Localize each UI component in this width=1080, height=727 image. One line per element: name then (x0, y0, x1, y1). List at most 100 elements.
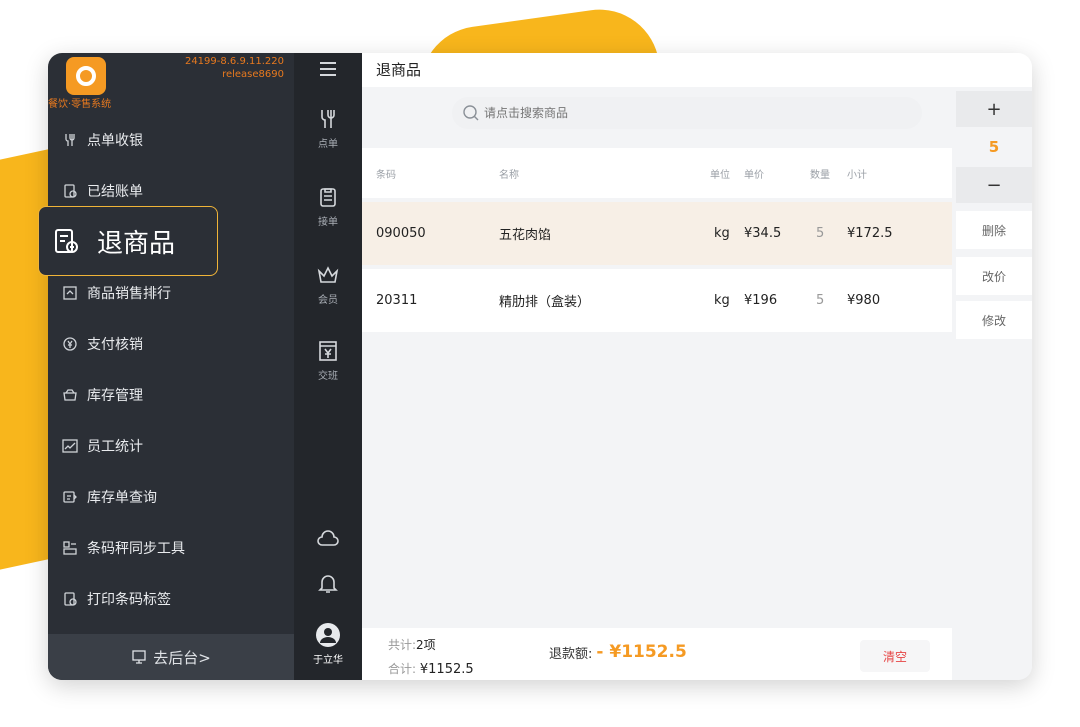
box-icon (62, 387, 78, 403)
column-header-price: 单价 (744, 169, 764, 181)
search-box[interactable] (452, 97, 922, 129)
modify-button[interactable]: 修改 (956, 301, 1032, 339)
sidebar-item-label: 支付核销 (87, 337, 143, 353)
iconbar-item-accept-order[interactable]: 接单 (294, 185, 362, 228)
row-quantity: 5 (816, 226, 825, 241)
total-value: ¥1152.5 (419, 662, 474, 677)
crown-icon (317, 266, 339, 283)
iconbar-label: 交班 (318, 371, 338, 382)
refund-value: - ¥1152.5 (596, 642, 687, 662)
row-price: ¥196 (744, 293, 778, 308)
app-window: 24199-8.6.9.11.220 release8690 餐饮·零售系统 点… (48, 53, 1032, 680)
decrease-quantity-button[interactable]: − (956, 167, 1032, 203)
iconbar-label: 会员 (318, 295, 338, 306)
scale-icon (62, 540, 78, 556)
sidebar-item-label: 已结账单 (87, 184, 143, 200)
back-office-label: 去后台> (153, 648, 211, 667)
monitor-icon (132, 650, 146, 664)
sidebar-item-label: 库存单查询 (87, 490, 157, 506)
item-count-value: 2项 (416, 638, 436, 652)
sidebar-item-settled-bills[interactable]: 已结账单 (62, 176, 143, 206)
summary-footer: 共计:2项 合计: ¥1152.5 退款额: - ¥1152.5 清空 (362, 628, 952, 680)
table-header: 条码 名称 单位 单价 数量 小计 (362, 148, 952, 198)
sidebar-item-payment-writeoff[interactable]: 支付核销 (62, 329, 143, 359)
sidebar-item-staff-stats[interactable]: 员工统计 (62, 431, 143, 461)
refund-label: 退款额: (549, 646, 593, 662)
icon-bar: 点单 接单 会员 交班 于立华 (294, 53, 362, 680)
row-name: 精肋排（盒装） (499, 295, 591, 310)
table-row[interactable]: 090050 五花肉馅 kg ¥34.5 5 ¥172.5 (362, 202, 952, 265)
cloud-button[interactable] (294, 527, 362, 555)
back-office-button[interactable]: 去后台> (48, 634, 294, 680)
delete-button[interactable]: 删除 (956, 211, 1032, 249)
notification-button[interactable] (294, 571, 362, 599)
sidebar-item-print-barcode[interactable]: 打印条码标签 (62, 584, 171, 614)
sidebar-item-label: 商品销售排行 (87, 286, 171, 302)
row-unit: kg (714, 293, 730, 308)
row-subtotal: ¥980 (847, 293, 881, 308)
avatar-icon (316, 623, 340, 647)
cutlery-icon (62, 132, 78, 148)
version-info: 24199-8.6.9.11.220 release8690 (185, 55, 284, 81)
cloud-icon (317, 530, 339, 546)
search-input[interactable] (482, 105, 866, 121)
sidebar: 24199-8.6.9.11.220 release8690 餐饮·零售系统 点… (48, 53, 294, 680)
row-quantity: 5 (816, 293, 825, 308)
cash-register-icon (319, 341, 337, 361)
row-code: 20311 (376, 293, 418, 308)
sidebar-item-return-goods[interactable]: 退商品 (38, 206, 218, 276)
row-code: 090050 (376, 226, 426, 241)
refund-amount: 退款额: - ¥1152.5 (549, 642, 687, 662)
sidebar-item-barcode-scale-sync[interactable]: 条码秤同步工具 (62, 533, 185, 563)
sidebar-item-product-ranking[interactable]: 商品销售排行 (62, 278, 171, 308)
version-line-2: release8690 (222, 69, 284, 80)
user-profile[interactable]: 于立华 (294, 623, 362, 666)
row-price: ¥34.5 (744, 226, 782, 241)
sidebar-item-label: 退商品 (97, 228, 176, 259)
page-title: 退商品 (376, 61, 422, 79)
item-count: 共计:2项 (388, 636, 436, 653)
iconbar-item-member[interactable]: 会员 (294, 263, 362, 306)
column-header-code: 条码 (376, 169, 396, 181)
sidebar-item-inventory[interactable]: 库存管理 (62, 380, 143, 410)
iconbar-label: 接单 (318, 217, 338, 228)
app-subtitle: 餐饮·零售系统 (48, 99, 112, 110)
increase-quantity-button[interactable]: + (956, 91, 1032, 127)
receipt-icon (62, 183, 78, 199)
row-subtotal: ¥172.5 (847, 226, 893, 241)
print-label-icon (62, 591, 78, 607)
user-name: 于立华 (313, 655, 343, 666)
hamburger-icon (320, 62, 336, 76)
total-label: 合计: (388, 662, 417, 676)
top-bar: 退商品 (362, 53, 1032, 87)
action-panel: + 5 − 删除 改价 修改 (952, 87, 1032, 680)
column-header-quantity: 数量 (810, 169, 830, 181)
product-table: 条码 名称 单位 单价 数量 小计 090050 五花肉馅 kg ¥34.5 5… (362, 148, 952, 332)
iconbar-item-shift[interactable]: 交班 (294, 339, 362, 382)
row-name: 五花肉馅 (499, 228, 552, 243)
column-header-unit: 单位 (710, 169, 730, 181)
stock-query-icon (62, 489, 78, 505)
version-line-1: 24199-8.6.9.11.220 (184, 56, 284, 67)
search-icon (463, 105, 479, 121)
menu-toggle-button[interactable] (294, 57, 362, 85)
app-logo (66, 57, 106, 95)
iconbar-label: 点单 (318, 139, 338, 150)
sidebar-item-stock-query[interactable]: 库存单查询 (62, 482, 157, 512)
item-count-label: 共计: (388, 638, 417, 652)
clear-button[interactable]: 清空 (860, 640, 930, 672)
cutlery-icon (321, 110, 335, 128)
yen-circle-icon (62, 336, 78, 352)
change-price-button[interactable]: 改价 (956, 257, 1032, 295)
sidebar-item-label: 库存管理 (87, 388, 143, 404)
clipboard-icon (320, 188, 336, 207)
sidebar-item-order-checkout[interactable]: 点单收银 (62, 125, 143, 155)
sidebar-item-label: 条码秤同步工具 (87, 541, 185, 557)
table-row[interactable]: 20311 精肋排（盒装） kg ¥196 5 ¥980 (362, 269, 952, 332)
iconbar-item-order[interactable]: 点单 (294, 107, 362, 150)
chart-icon (62, 438, 78, 454)
sidebar-item-label: 点单收银 (87, 133, 143, 149)
column-header-name: 名称 (499, 169, 519, 181)
quantity-display: 5 (956, 127, 1032, 167)
return-receipt-icon (55, 229, 78, 253)
